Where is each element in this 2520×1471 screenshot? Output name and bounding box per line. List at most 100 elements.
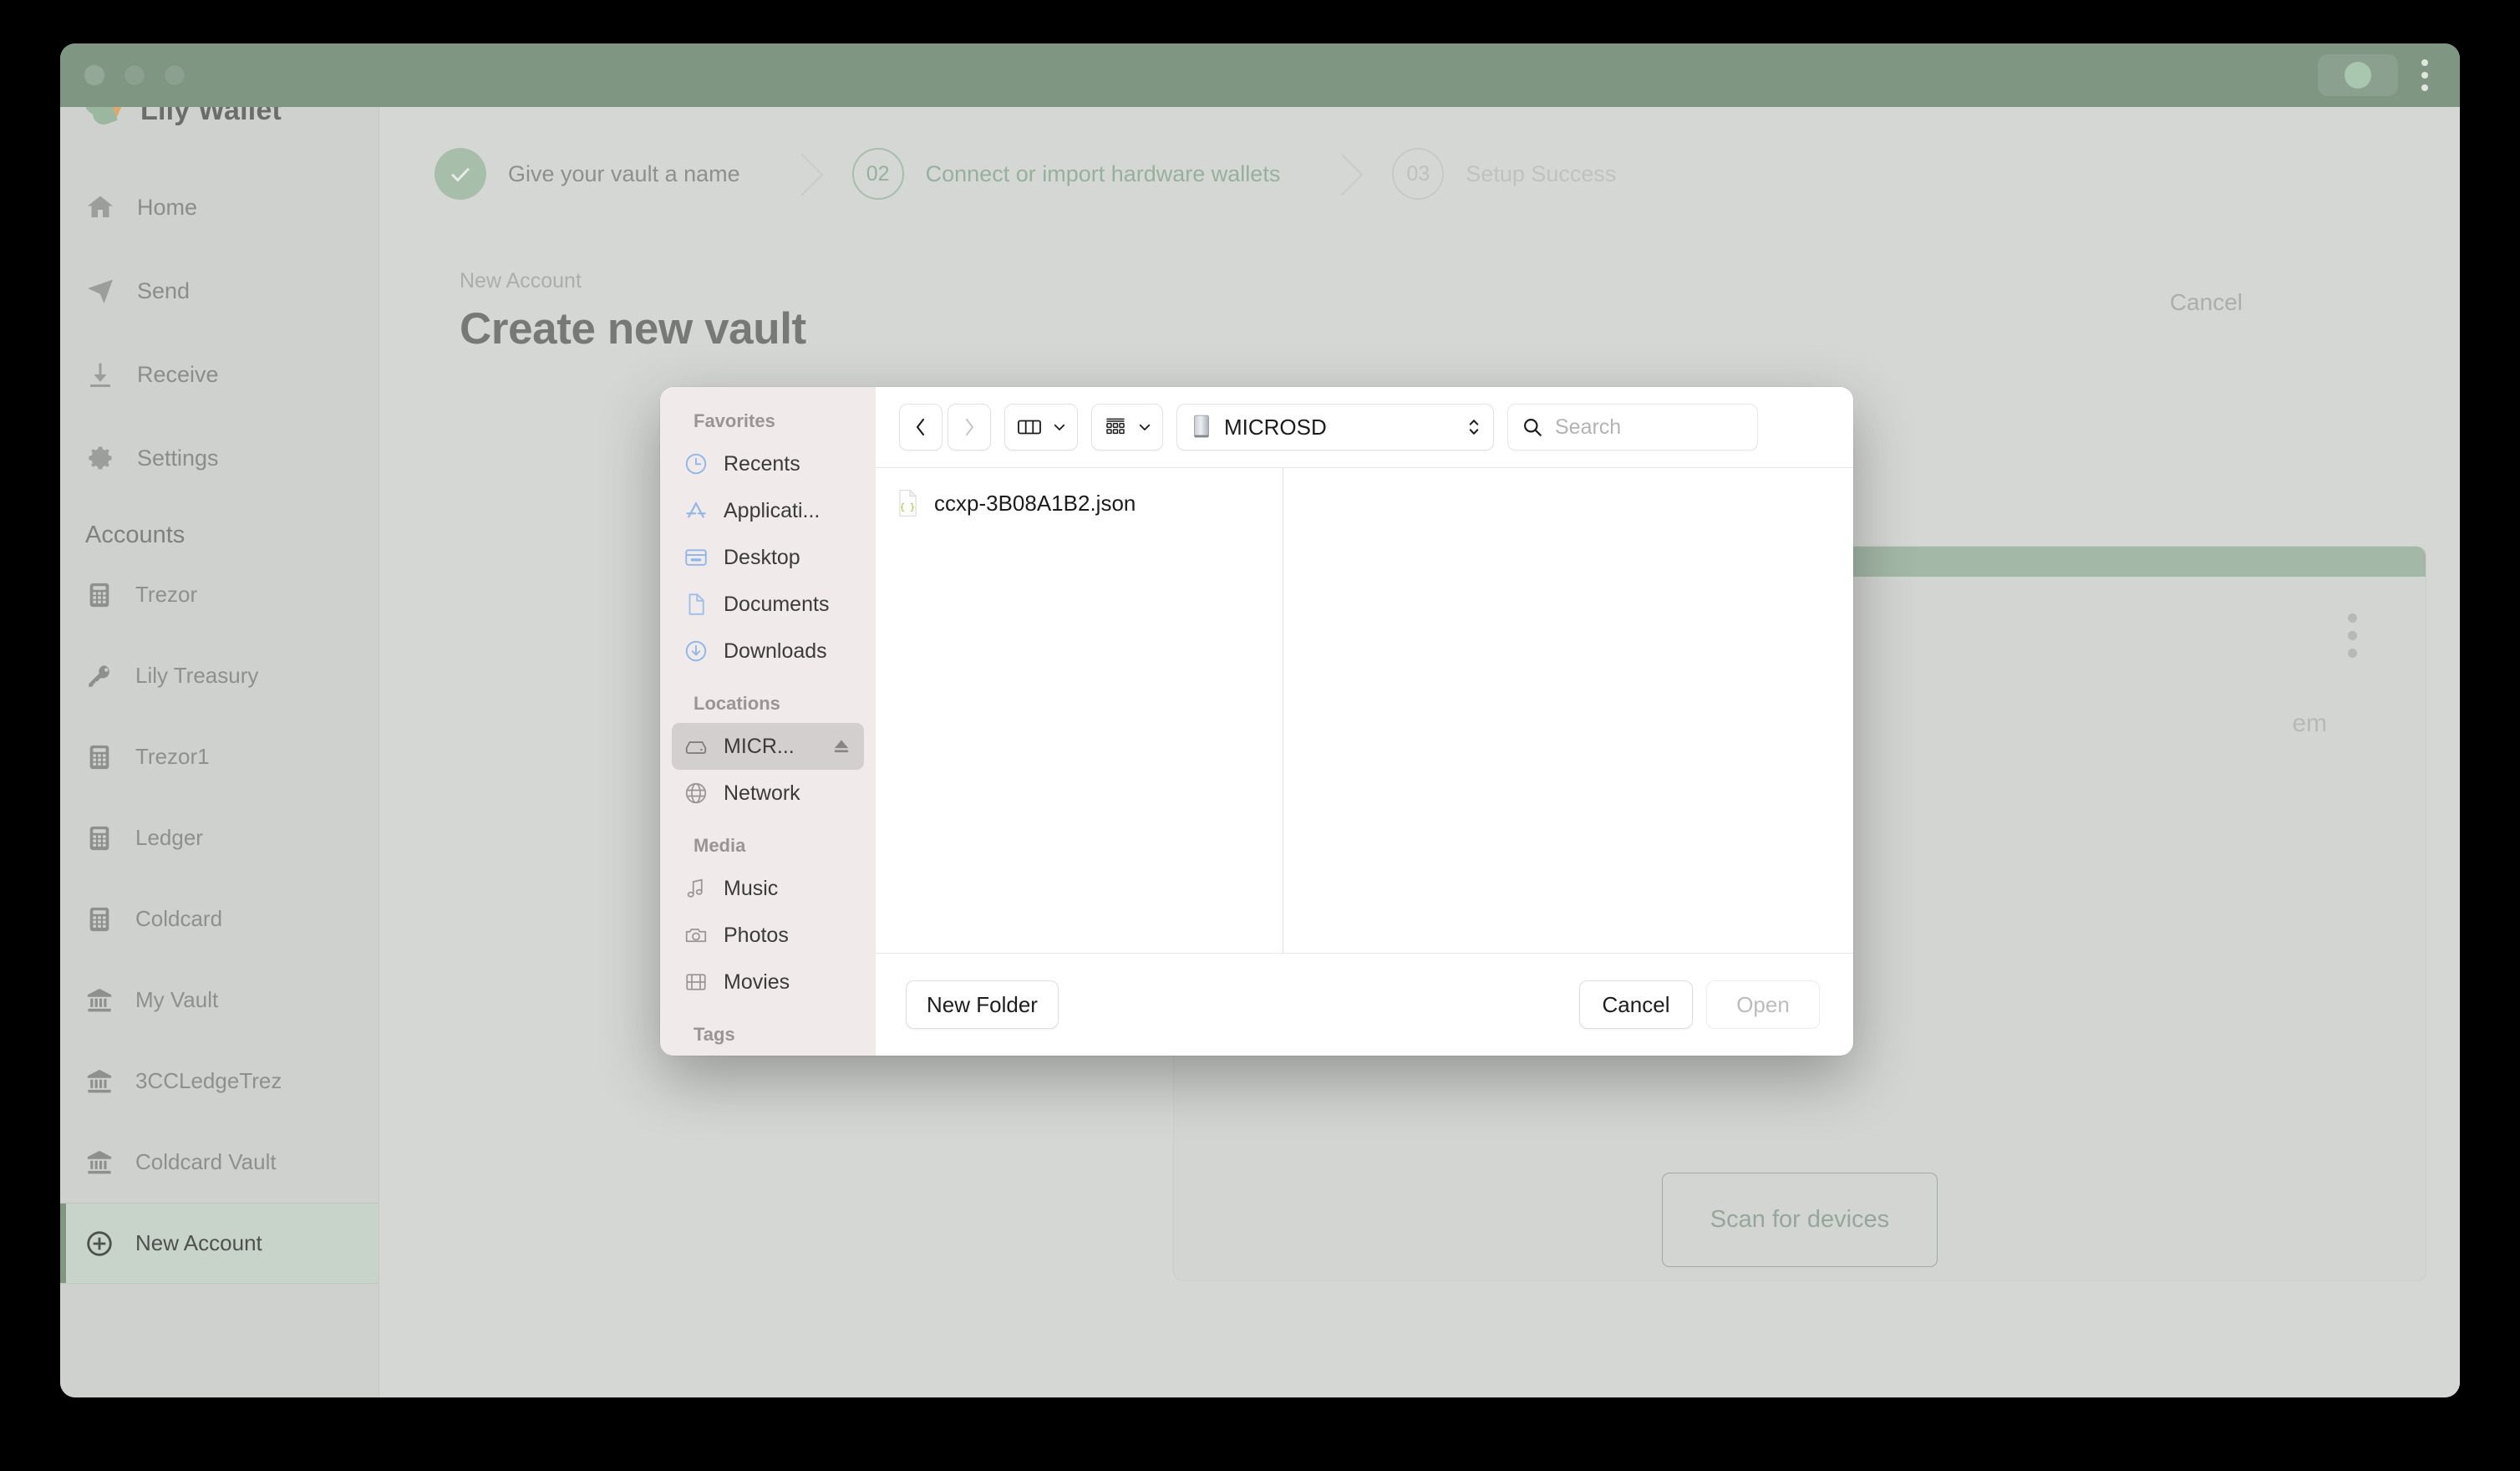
music-note-icon xyxy=(683,876,709,901)
column-view-icon xyxy=(1017,417,1042,437)
sidebar-item-movies[interactable]: Movies xyxy=(672,959,864,1005)
gear-icon xyxy=(85,443,115,473)
account-label: Trezor xyxy=(135,582,198,607)
account-label: New Account xyxy=(135,1230,262,1255)
sidebar-item-label: MICR... xyxy=(724,734,795,758)
sidebar-item-label: Music xyxy=(724,876,779,900)
sidebar-item-send[interactable]: Send xyxy=(60,249,379,333)
forward-button[interactable] xyxy=(948,404,991,450)
account-label: Trezor1 xyxy=(135,744,210,769)
account-item-trezor[interactable]: Trezor xyxy=(60,554,379,635)
account-item-3ccledgetrez[interactable]: 3CCLedgeTrez xyxy=(60,1041,379,1122)
sidebar-item-music[interactable]: Music xyxy=(672,865,864,912)
globe-icon xyxy=(683,781,709,806)
camera-icon xyxy=(683,923,709,948)
accounts-list: Trezor Lily Treasury Trezor1 Ledger Cold… xyxy=(60,554,379,1284)
sidebar-item-label: Home xyxy=(137,194,198,220)
footer-actions: Cancel Open xyxy=(1579,980,1820,1029)
json-file-icon: { } xyxy=(896,489,919,517)
file-row[interactable]: { } ccxp-3B08A1B2.json xyxy=(876,481,1283,525)
back-button[interactable] xyxy=(899,404,942,450)
file-column-preview xyxy=(1283,468,1853,953)
hardware-wallet-icon xyxy=(85,905,114,934)
send-icon xyxy=(85,276,115,306)
account-item-ledger[interactable]: Ledger xyxy=(60,797,379,878)
open-button[interactable]: Open xyxy=(1706,980,1820,1029)
sidebar-item-network[interactable]: Network xyxy=(672,770,864,817)
file-column-primary[interactable]: { } ccxp-3B08A1B2.json xyxy=(876,468,1283,953)
sidebar-section-tags: Tags xyxy=(694,1024,735,1045)
sidebar-section-media: Media xyxy=(694,835,746,856)
vault-bank-icon xyxy=(85,1067,114,1096)
account-item-new-account[interactable]: New Account xyxy=(60,1203,379,1284)
sidebar-item-home[interactable]: Home xyxy=(60,165,379,249)
search-input[interactable]: Search xyxy=(1507,404,1758,450)
app-sidebar: Lily Wallet Home Send Receive Settings A… xyxy=(60,107,379,1397)
sidebar-item-desktop[interactable]: Desktop xyxy=(672,534,864,581)
account-item-lily-treasury[interactable]: Lily Treasury xyxy=(60,635,379,716)
sidebar-item-label: Recents xyxy=(724,451,800,476)
sidebar-item-photos[interactable]: Photos xyxy=(672,912,864,959)
film-icon xyxy=(683,970,709,995)
vault-bank-icon xyxy=(85,1148,114,1177)
path-popup-button[interactable]: MICROSD xyxy=(1176,404,1494,450)
account-item-coldcard[interactable]: Coldcard xyxy=(60,878,379,959)
accounts-heading: Accounts xyxy=(85,522,185,548)
hardware-wallet-icon xyxy=(85,824,114,853)
status-pill[interactable] xyxy=(2318,54,2398,96)
applications-icon xyxy=(683,498,709,523)
download-circle-icon xyxy=(683,639,709,664)
dialog-toolbar: MICROSD Search xyxy=(876,387,1853,467)
external-drive-icon xyxy=(1191,414,1212,440)
account-item-my-vault[interactable]: My Vault xyxy=(60,959,379,1041)
account-item-trezor1[interactable]: Trezor1 xyxy=(60,716,379,797)
minimize-window-button[interactable] xyxy=(124,64,145,86)
new-folder-button[interactable]: New Folder xyxy=(906,980,1059,1029)
svg-text:{ }: { } xyxy=(900,503,915,512)
plus-circle-icon xyxy=(85,1229,114,1258)
key-icon xyxy=(85,662,114,690)
desktop-icon xyxy=(683,545,709,570)
group-by-button[interactable] xyxy=(1091,404,1163,450)
clock-icon xyxy=(683,451,709,476)
nav-buttons xyxy=(899,404,991,450)
account-label: Lily Treasury xyxy=(135,663,259,688)
titlebar-right-controls xyxy=(2318,54,2436,96)
document-icon xyxy=(683,592,709,617)
sidebar-item-label: Receive xyxy=(137,361,219,387)
sidebar-item-label: Photos xyxy=(724,923,789,947)
sidebar-item-documents[interactable]: Documents xyxy=(672,581,864,628)
chevron-down-icon xyxy=(1052,420,1067,435)
chevron-down-icon xyxy=(1137,420,1152,435)
sidebar-item-recents[interactable]: Recents xyxy=(672,440,864,487)
maximize-window-button[interactable] xyxy=(164,64,185,86)
open-file-dialog: Favorites Recents Applicati... Desktop D… xyxy=(660,387,1853,1056)
sidebar-section-favorites: Favorites xyxy=(694,410,775,431)
updown-chevrons-icon xyxy=(1466,416,1481,438)
sidebar-item-microsd[interactable]: MICR... xyxy=(672,723,864,770)
brand-title: Lily Wallet xyxy=(140,107,282,126)
eject-icon[interactable] xyxy=(831,736,852,757)
chevron-right-icon xyxy=(961,416,978,438)
kebab-menu-icon[interactable] xyxy=(2413,54,2436,96)
vault-bank-icon xyxy=(85,986,114,1015)
path-label: MICROSD xyxy=(1224,414,1327,440)
cancel-button[interactable]: Cancel xyxy=(1579,980,1693,1029)
window-titlebar xyxy=(60,43,2460,107)
sidebar-item-settings[interactable]: Settings xyxy=(60,416,379,500)
sidebar-item-receive[interactable]: Receive xyxy=(60,333,379,416)
view-mode-button[interactable] xyxy=(1004,404,1078,450)
sidebar-item-applications[interactable]: Applicati... xyxy=(672,487,864,534)
search-placeholder: Search xyxy=(1555,415,1622,439)
traffic-lights xyxy=(84,64,185,86)
file-name: ccxp-3B08A1B2.json xyxy=(934,490,1136,516)
account-item-coldcard-vault[interactable]: Coldcard Vault xyxy=(60,1122,379,1203)
close-window-button[interactable] xyxy=(84,64,105,86)
sidebar-item-label: Movies xyxy=(724,970,790,994)
sidebar-item-label: Documents xyxy=(724,592,830,616)
sidebar-section-locations: Locations xyxy=(694,693,780,714)
hardware-wallet-icon xyxy=(85,743,114,771)
sidebar-item-downloads[interactable]: Downloads xyxy=(672,628,864,674)
chevron-left-icon xyxy=(912,416,929,438)
account-label: 3CCLedgeTrez xyxy=(135,1068,282,1093)
